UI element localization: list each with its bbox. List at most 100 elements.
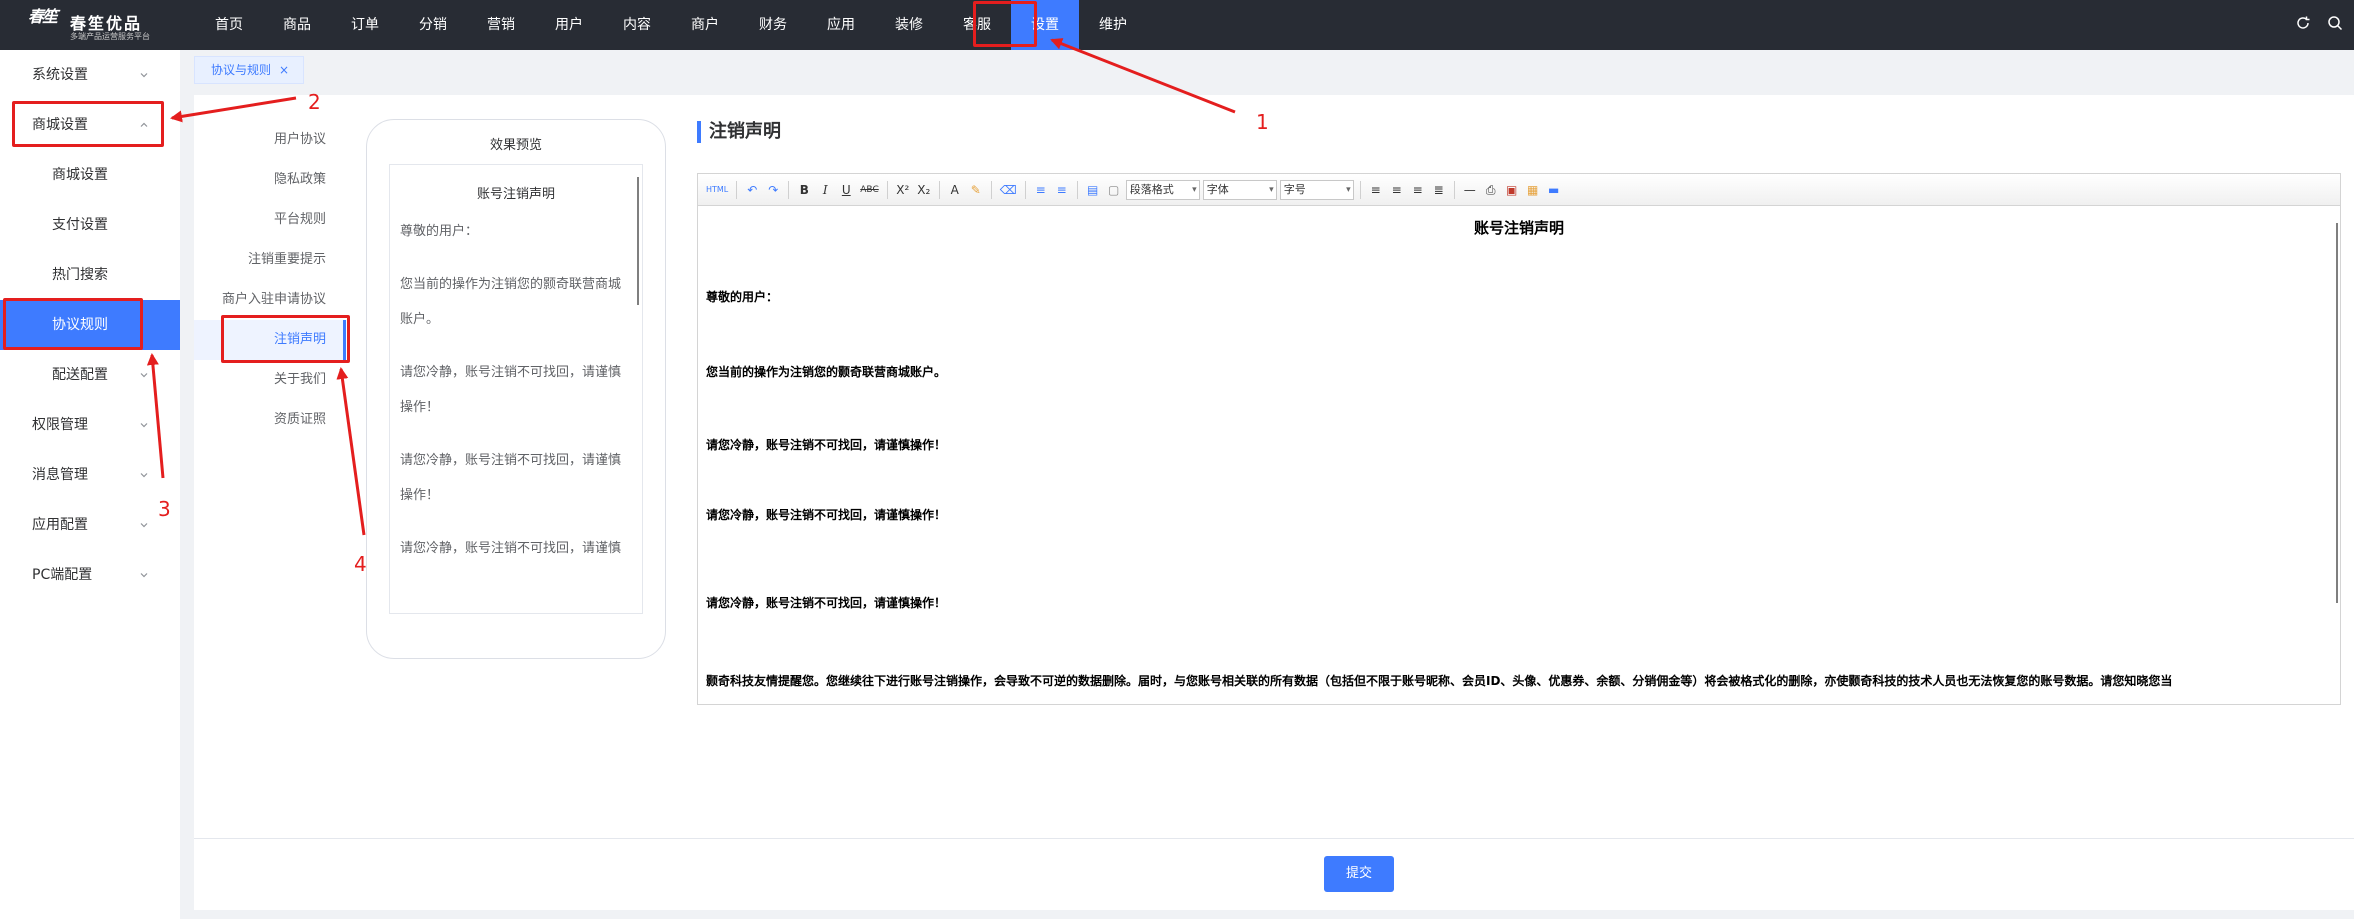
redo-icon[interactable]: ↷	[764, 180, 782, 200]
annotation-box-cancel-statement	[221, 315, 350, 363]
subscript-button[interactable]: X₂	[915, 180, 933, 200]
chevron-down-icon	[140, 423, 148, 428]
font-color-button[interactable]: A	[946, 180, 964, 200]
underline-button[interactable]: U	[837, 180, 855, 200]
sidebar-item-mall-settings[interactable]: 商城设置	[0, 150, 180, 200]
editor-heading: 账号注销声明	[1473, 219, 1564, 237]
font-family-select[interactable]: 字体	[1202, 179, 1277, 200]
nav-item-merchants[interactable]: 商户	[671, 0, 739, 50]
sidebar-item-messages[interactable]: 消息管理	[0, 450, 180, 500]
sidebar-item-label: 商城设置	[52, 167, 108, 183]
nav-item-content[interactable]: 内容	[603, 0, 671, 50]
sidebar-item-label: 配送配置	[52, 367, 108, 383]
nav-item-users[interactable]: 用户	[535, 0, 603, 50]
editor-paragraph: 您当前的操作为注销您的颢奇联营商城账户。	[706, 365, 947, 379]
superscript-button[interactable]: X²	[894, 180, 912, 200]
phone-preview: 效果预览 账号注销声明 尊敬的用户： 您当前的操作为注销您的颢奇联营商城账户。 …	[366, 119, 666, 659]
section-title: 注销声明	[697, 119, 781, 145]
nav-item-maintenance[interactable]: 维护	[1079, 0, 1147, 50]
paragraph-format-select[interactable]: 段落格式	[1125, 179, 1200, 200]
chevron-down-icon	[140, 473, 148, 478]
annotation-box-agreement-rules	[3, 298, 143, 350]
preview-screen[interactable]: 账号注销声明 尊敬的用户： 您当前的操作为注销您的颢奇联营商城账户。 请您冷静，…	[389, 164, 643, 614]
nav-item-marketing[interactable]: 营销	[467, 0, 535, 50]
italic-button[interactable]: I	[816, 180, 834, 200]
annotation-number-3: 3	[158, 497, 171, 521]
rich-text-editor: HTML ↶ ↷ B I U ABC X² X₂ A ✎ ⌫ ≡ ≡ ▤ ▢ 段…	[697, 173, 2341, 705]
nav-item-decoration[interactable]: 装修	[875, 0, 943, 50]
agreement-item-merchant[interactable]: 商户入驻申请协议	[194, 280, 346, 320]
html-source-button[interactable]: HTML	[704, 180, 730, 200]
preview-scrollbar[interactable]	[637, 177, 639, 305]
ordered-list-icon[interactable]: ≡	[1032, 180, 1050, 200]
bold-button[interactable]: B	[795, 180, 813, 200]
agreement-item-about[interactable]: 关于我们	[194, 360, 346, 400]
refresh-icon[interactable]	[2294, 14, 2312, 32]
tab-agreements[interactable]: 协议与规则 ×	[194, 56, 305, 84]
eraser-icon[interactable]: ⌫	[998, 180, 1019, 200]
nav-item-home[interactable]: 首页	[195, 0, 263, 50]
brand-mark: 春笙	[28, 7, 58, 26]
sidebar-item-pc-config[interactable]: PC端配置	[0, 550, 180, 600]
image-icon[interactable]: ▣	[1503, 180, 1521, 200]
sidebar-item-system-settings[interactable]: 系统设置	[0, 50, 180, 100]
text-direction-icon[interactable]: ▤	[1084, 180, 1102, 200]
save-icon[interactable]: ▬	[1545, 180, 1563, 200]
nav-item-products[interactable]: 商品	[263, 0, 331, 50]
nav-item-apps[interactable]: 应用	[807, 0, 875, 50]
align-left-icon[interactable]: ≡	[1367, 180, 1385, 200]
sidebar-item-payment-settings[interactable]: 支付设置	[0, 200, 180, 250]
page-icon[interactable]: ▢	[1105, 180, 1123, 200]
editor-content[interactable]: 账号注销声明 尊敬的用户： 您当前的操作为注销您的颢奇联营商城账户。 请您冷静，…	[698, 207, 2340, 704]
agreement-item-cancel-notice[interactable]: 注销重要提示	[194, 240, 346, 280]
close-icon[interactable]: ×	[279, 56, 289, 84]
toolbar-divider	[788, 180, 790, 199]
toolbar-divider	[938, 180, 940, 199]
toolbar-divider	[1453, 180, 1455, 199]
submit-button[interactable]: 提交	[1324, 856, 1394, 892]
editor-paragraph: 请您冷静，账号注销不可找回，请谨慎操作！	[706, 508, 947, 522]
footer-divider	[194, 838, 2354, 839]
toolbar-divider	[1024, 180, 1026, 199]
search-icon[interactable]	[2326, 14, 2344, 32]
unordered-list-icon[interactable]: ≡	[1053, 180, 1071, 200]
align-right-icon[interactable]: ≡	[1409, 180, 1427, 200]
media-icon[interactable]: ▦	[1524, 180, 1542, 200]
editor-paragraph: 尊敬的用户：	[706, 290, 779, 304]
brand-logo[interactable]: 春笙 春笙优品 多端产品运营服务平台	[28, 7, 150, 42]
editor-toolbar: HTML ↶ ↷ B I U ABC X² X₂ A ✎ ⌫ ≡ ≡ ▤ ▢ 段…	[698, 174, 2340, 206]
agreement-item-license[interactable]: 资质证照	[194, 400, 346, 440]
annotation-number-1: 1	[1256, 110, 1269, 134]
align-justify-icon[interactable]: ≣	[1430, 180, 1448, 200]
preview-paragraph: 您当前的操作为注销您的颢奇联营商城账户。	[400, 277, 622, 327]
strikethrough-button[interactable]: ABC	[858, 180, 880, 200]
font-size-select[interactable]: 字号	[1279, 179, 1354, 200]
tab-label: 协议与规则	[211, 63, 272, 77]
sidebar-item-app-config[interactable]: 应用配置	[0, 500, 180, 550]
nav-item-distribution[interactable]: 分销	[399, 0, 467, 50]
sidebar-item-label: 热门搜索	[52, 267, 108, 283]
print-icon[interactable]: ⎙	[1482, 180, 1500, 200]
horizontal-rule-icon[interactable]: —	[1461, 180, 1479, 200]
annotation-box-mall-settings	[12, 101, 164, 147]
align-center-icon[interactable]: ≡	[1388, 180, 1406, 200]
chevron-down-icon	[140, 73, 148, 78]
nav-item-orders[interactable]: 订单	[331, 0, 399, 50]
agreement-item-user[interactable]: 用户协议	[194, 120, 346, 160]
top-actions	[2294, 14, 2344, 32]
undo-icon[interactable]: ↶	[743, 180, 761, 200]
tab-strip: 协议与规则 ×	[194, 50, 2354, 92]
preview-paragraph: 请您冷静，账号注销不可找回，请谨慎操作！	[400, 453, 622, 503]
highlight-icon[interactable]: ✎	[967, 180, 985, 200]
nav-item-finance[interactable]: 财务	[739, 0, 807, 50]
annotation-box-settings	[973, 1, 1037, 47]
agreement-item-platform-rules[interactable]: 平台规则	[194, 200, 346, 240]
agreement-item-privacy[interactable]: 隐私政策	[194, 160, 346, 200]
sidebar-item-hot-search[interactable]: 热门搜索	[0, 250, 180, 300]
annotation-number-2: 2	[308, 90, 321, 114]
sidebar-item-permissions[interactable]: 权限管理	[0, 400, 180, 450]
sidebar-item-label: 支付设置	[52, 217, 108, 233]
editor-scrollbar[interactable]	[2336, 223, 2338, 603]
editor-paragraph: 颢奇科技友情提醒您。您继续往下进行账号注销操作，会导致不可逆的数据删除。届时，与…	[706, 674, 2173, 688]
sidebar-item-delivery-config[interactable]: 配送配置	[0, 350, 180, 400]
